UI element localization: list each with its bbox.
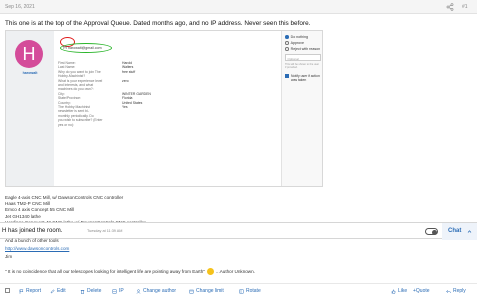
post-number[interactable]: #1 <box>462 4 468 10</box>
checkbox-checked-icon <box>285 73 289 78</box>
signature-quote: " It is no coincidence that all our tele… <box>5 268 255 275</box>
attached-screenshot[interactable]: H harowalt harowalt@gmail.com First Name… <box>5 30 323 187</box>
option-reject: Reject with reason <box>285 46 321 52</box>
delete-button[interactable]: Delete <box>80 288 101 294</box>
signature-link[interactable]: http://www.dawsoncontrols.com <box>5 246 69 251</box>
edit-button[interactable]: Edit <box>50 288 66 294</box>
user-panel: H harowalt <box>6 31 54 186</box>
select-checkbox[interactable] <box>5 288 10 293</box>
limit-icon <box>189 289 194 293</box>
change-author-button[interactable]: Change author <box>136 288 176 294</box>
moderation-options: Do nothing Approve Reject with reason Op… <box>281 31 322 186</box>
notify-option: Notify user if action was taken <box>285 74 321 82</box>
report-button[interactable]: Report <box>19 288 41 294</box>
quote-author: ...Author Unknown. <box>215 269 255 274</box>
smile-emoji-icon <box>206 268 214 275</box>
like-button[interactable]: Like <box>391 288 407 294</box>
pencil-icon <box>50 288 55 293</box>
signature-partial-line: And a bunch of other tools <box>5 238 59 243</box>
avatar: H <box>15 40 43 68</box>
envelope-icon <box>63 46 67 50</box>
quote-text: " It is no coincidence that all our tele… <box>5 269 205 274</box>
user-icon <box>136 288 141 294</box>
radio-icon <box>285 47 289 51</box>
user-email: harowalt@gmail.com <box>68 45 102 50</box>
reply-icon <box>446 289 451 293</box>
ip-icon <box>112 289 117 293</box>
change-limit-button[interactable]: Change limit <box>189 288 224 294</box>
toggle-knob <box>432 229 437 235</box>
post-date[interactable]: Sep 16, 2021 <box>5 4 35 10</box>
post-header: Sep 16, 2021 #1 <box>0 0 477 14</box>
thumbs-up-icon <box>391 288 396 294</box>
rotate-icon <box>239 289 244 293</box>
ip-button[interactable]: IP <box>112 288 124 294</box>
chat-timestamp: Tuesday at 11:39 AM <box>87 229 123 233</box>
signature-name: Jim <box>5 254 13 259</box>
field-row: yes or no): <box>58 122 75 127</box>
post-intro: This one is at the top of the Approval Q… <box>5 20 311 27</box>
rotate-button[interactable]: Rotate <box>239 288 261 294</box>
reason-box: Optional <box>285 54 321 61</box>
share-icon[interactable] <box>446 3 454 11</box>
flag-icon <box>19 289 24 294</box>
chat-bar: H has joined the room. Tuesday at 11:39 … <box>0 222 477 240</box>
chat-label: Chat <box>448 228 462 234</box>
radio-selected-icon <box>285 35 289 39</box>
chat-tab[interactable]: Chat <box>442 223 477 240</box>
reason-note: This will be shown to the user if provid… <box>285 62 320 69</box>
trash-icon <box>80 289 85 294</box>
quote-button[interactable]: +Quote <box>413 288 430 294</box>
post-action-bar: Report Edit Delete IP Change author Chan… <box>0 283 477 297</box>
chevron-up-icon <box>467 230 472 233</box>
username: harowalt <box>22 71 38 75</box>
reply-button[interactable]: Reply <box>446 288 466 294</box>
radio-icon <box>285 41 289 45</box>
registration-fields: First Name: Harold Last Name: Walters Why … <box>58 61 268 127</box>
chat-toggle[interactable] <box>425 228 438 235</box>
chat-message: H has joined the room. <box>2 228 63 234</box>
